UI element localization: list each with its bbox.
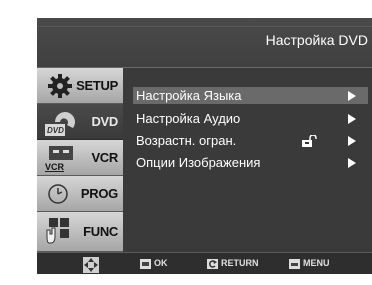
- submenu-arrow-icon: [348, 91, 356, 101]
- sidebar-item-label: VCR: [91, 150, 118, 165]
- sidebar-item-setup[interactable]: SETUP: [37, 68, 123, 104]
- submenu-arrow-icon: [348, 158, 356, 168]
- sidebar-item-label: FUNC: [83, 224, 118, 239]
- dvd-icon-text: DVD: [47, 126, 64, 135]
- func-grid-icon: [45, 216, 75, 251]
- hint-return-label: RETURN: [221, 258, 259, 268]
- ok-button-icon: [140, 259, 151, 271]
- sidebar-item-label: DVD: [91, 114, 118, 129]
- sidebar: SETUP DVD DVD VCR VCR PROG FUNC: [37, 68, 123, 252]
- osd-screen: Настройка DVD SETUP DVD DVD VCR VCR PROG…: [37, 18, 372, 274]
- footer-hints: OK RETURN MENU: [37, 252, 372, 274]
- dvd-disc-icon: DVD: [45, 108, 79, 143]
- menu-button-icon: [289, 259, 300, 271]
- unlock-icon: [301, 134, 317, 150]
- menu-item-parental[interactable]: Возрастн. огран.: [133, 132, 368, 149]
- menu-item-label: Опции Изображения: [136, 155, 261, 170]
- vcr-icon-text: VCR: [45, 162, 65, 172]
- hint-menu: MENU: [289, 258, 349, 270]
- hint-return: RETURN: [207, 258, 277, 270]
- submenu-arrow-icon: [348, 136, 356, 146]
- menu-item-audio[interactable]: Настройка Аудио: [133, 110, 368, 127]
- sidebar-item-vcr[interactable]: VCR VCR: [37, 140, 123, 176]
- title-divider: [37, 26, 372, 27]
- menu-list: Настройка Языка Настройка Аудио Возрастн…: [133, 66, 372, 246]
- sidebar-item-label: PROG: [80, 186, 118, 201]
- menu-item-picture[interactable]: Опции Изображения: [133, 154, 368, 171]
- sidebar-item-prog[interactable]: PROG: [37, 176, 123, 212]
- menu-item-language[interactable]: Настройка Языка: [133, 87, 368, 104]
- gear-icon: [45, 72, 75, 105]
- hint-ok: OK: [140, 258, 180, 270]
- sidebar-item-label: SETUP: [76, 78, 118, 93]
- page-title: Настройка DVD: [265, 32, 368, 48]
- navigation-pad-icon: [82, 256, 100, 274]
- vcr-icon: VCR: [45, 144, 77, 177]
- hint-menu-label: MENU: [303, 258, 330, 268]
- sidebar-item-dvd[interactable]: DVD DVD: [37, 104, 123, 140]
- hint-ok-label: OK: [154, 258, 168, 268]
- clock-icon: [45, 180, 75, 213]
- menu-item-label: Настройка Языка: [136, 88, 242, 103]
- return-icon: [207, 259, 218, 271]
- menu-item-label: Возрастн. огран.: [136, 133, 237, 148]
- menu-item-label: Настройка Аудио: [136, 111, 241, 126]
- title-bar: Настройка DVD: [37, 18, 372, 68]
- submenu-arrow-icon: [348, 114, 356, 124]
- sidebar-item-func[interactable]: FUNC: [37, 212, 123, 252]
